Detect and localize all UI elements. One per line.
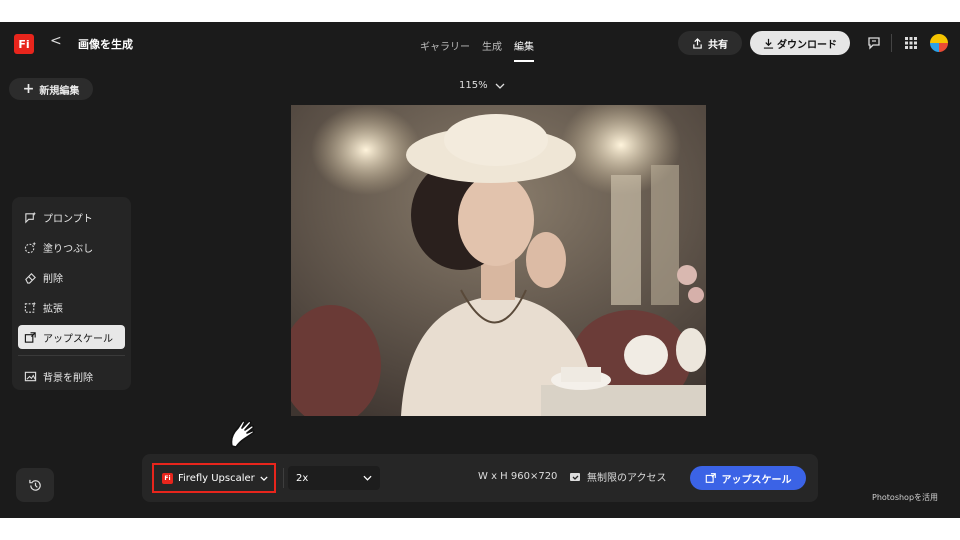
edited-image[interactable] xyxy=(291,105,706,416)
tool-prompt[interactable]: プロンプト xyxy=(18,205,125,229)
firefly-mini-logo: Fi xyxy=(162,472,173,484)
upscale-button[interactable]: アップスケール xyxy=(690,466,806,490)
hand-cursor-icon xyxy=(230,420,255,448)
tab-edit[interactable]: 編集 xyxy=(508,22,540,66)
tool-remove-background[interactable]: 背景を削除 xyxy=(18,364,125,388)
tool-remove[interactable]: 削除 xyxy=(18,265,125,289)
model-label: Firefly Upscaler xyxy=(178,472,255,484)
chevron-down-icon xyxy=(495,83,505,89)
tool-label: 塗りつぶし xyxy=(43,243,94,255)
upscale-button-label: アップスケール xyxy=(721,474,792,486)
tool-label: 拡張 xyxy=(43,303,63,315)
top-header: Fi < 画像を生成 ギャラリー 生成 編集 共有 ダウンロード xyxy=(0,22,960,66)
page-title: 画像を生成 xyxy=(78,38,133,51)
tool-label: アップスケール xyxy=(43,333,113,345)
unlimited-label: 無制限のアクセス xyxy=(587,473,667,484)
remove-background-icon xyxy=(24,371,37,381)
portrait-image xyxy=(291,105,706,416)
output-dimensions: W x H 960×720 xyxy=(478,471,558,482)
history-icon xyxy=(28,479,41,491)
mode-tabs: ギャラリー 生成 編集 xyxy=(414,22,540,66)
tool-fill[interactable]: 塗りつぶし xyxy=(18,235,125,259)
apps-grid-icon[interactable] xyxy=(901,33,921,53)
back-button[interactable]: < xyxy=(50,33,62,49)
zoom-dropdown[interactable]: 115% xyxy=(459,80,505,91)
tool-label: 背景を削除 xyxy=(43,372,93,384)
scale-value: 2x xyxy=(296,472,309,484)
avatar[interactable] xyxy=(930,34,948,52)
share-label: 共有 xyxy=(708,39,728,51)
model-dropdown[interactable]: Fi Firefly Upscaler xyxy=(152,463,276,493)
unlimited-access-icon xyxy=(570,472,580,481)
chevron-down-icon xyxy=(260,475,268,481)
photoshop-link[interactable]: Photoshopを活用 xyxy=(872,492,938,503)
tab-generate[interactable]: 生成 xyxy=(476,22,508,66)
upscale-icon xyxy=(705,473,716,483)
bar-divider xyxy=(283,468,284,488)
history-button[interactable] xyxy=(16,468,54,502)
fill-icon xyxy=(24,241,37,253)
chevron-down-icon xyxy=(363,475,372,481)
tab-gallery[interactable]: ギャラリー xyxy=(414,22,476,66)
tools-panel: プロンプト 塗りつぶし 削除 拡張 アップスケール 背景を削除 xyxy=(12,197,131,390)
new-edit-button[interactable]: + 新規編集 xyxy=(9,78,93,100)
download-button[interactable]: ダウンロード xyxy=(750,31,850,55)
download-icon xyxy=(763,38,774,49)
download-label: ダウンロード xyxy=(777,39,837,51)
header-divider xyxy=(891,34,892,52)
tool-upscale[interactable]: アップスケール xyxy=(18,325,125,349)
upscale-options-bar: Fi Firefly Upscaler 2x W x H 960×720 無制限… xyxy=(142,454,818,502)
tool-expand[interactable]: 拡張 xyxy=(18,295,125,319)
scale-dropdown[interactable]: 2x xyxy=(288,466,380,490)
new-edit-label: 新規編集 xyxy=(39,85,80,97)
firefly-logo[interactable]: Fi xyxy=(14,34,34,54)
prompt-icon xyxy=(25,211,37,223)
unlimited-access: 無制限のアクセス xyxy=(569,469,667,484)
share-button[interactable]: 共有 xyxy=(678,31,742,55)
plus-icon: + xyxy=(22,81,35,97)
tool-label: 削除 xyxy=(43,273,63,285)
comment-icon[interactable] xyxy=(864,33,884,53)
share-icon xyxy=(693,37,702,49)
eraser-icon xyxy=(25,272,36,284)
expand-icon xyxy=(24,301,37,313)
zoom-value: 115% xyxy=(459,80,488,91)
tools-divider xyxy=(18,355,125,356)
app-window: Fi < 画像を生成 ギャラリー 生成 編集 共有 ダウンロード + 新規編集 … xyxy=(0,22,960,518)
tool-label: プロンプト xyxy=(43,213,93,225)
upscale-icon xyxy=(24,331,36,343)
